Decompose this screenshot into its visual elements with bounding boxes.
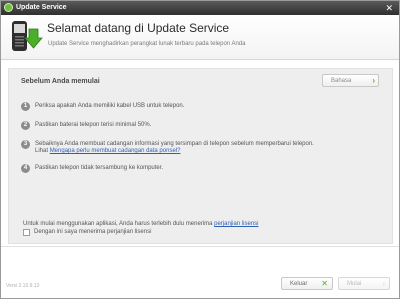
start-button-label: Mulai <box>347 281 362 287</box>
close-icon: ✕ <box>321 279 328 288</box>
accept-license-label[interactable]: Dengan ini saya menerima perjanjian lise… <box>34 229 151 235</box>
app-window: Update Service ✕ Selamat datang di Updat… <box>0 0 400 299</box>
backup-help-link[interactable]: Mengapa perlu membuat cadangan data pons… <box>50 148 181 154</box>
step-text: Pastikan baterai telepon terisi minimal … <box>35 122 152 128</box>
start-button[interactable]: Mulai › <box>338 277 390 290</box>
language-button-label: Bahasa <box>331 78 352 84</box>
phone-download-icon <box>12 21 43 51</box>
step-number: 3 <box>21 140 30 149</box>
close-icon[interactable]: ✕ <box>385 3 393 14</box>
exit-button[interactable]: Keluar ✕ <box>281 277 333 290</box>
consent-text: Untuk mulai menggunakan aplikasi, Anda h… <box>23 221 258 227</box>
window-title: Update Service <box>16 4 67 11</box>
step-number: 1 <box>21 102 30 111</box>
step-text: Pastikan telepon tidak tersambung ke kom… <box>35 165 164 171</box>
step-number: 2 <box>21 121 30 130</box>
divider <box>1 246 399 247</box>
before-start-panel: Sebelum Anda memulai Bahasa › 1 Periksa … <box>8 68 393 244</box>
titlebar: Update Service ✕ <box>1 1 399 15</box>
accept-license-row[interactable]: Dengan ini saya menerima perjanjian lise… <box>23 229 223 239</box>
language-button[interactable]: Bahasa › <box>322 74 379 87</box>
consent-message: Untuk mulai menggunakan aplikasi, Anda h… <box>23 221 213 227</box>
version-label: Versi 2.10.9.13 <box>6 283 40 289</box>
step-text-line2: Lihat <box>35 148 49 154</box>
app-logo-icon <box>4 3 13 12</box>
accept-license-checkbox[interactable] <box>23 229 30 236</box>
panel-title: Sebelum Anda memulai <box>21 78 100 85</box>
license-link[interactable]: perjanjian lisensi <box>214 221 258 227</box>
exit-button-label: Keluar <box>290 281 308 287</box>
page-title: Selamat datang di Update Service <box>47 21 230 35</box>
chevron-right-icon: › <box>372 76 375 85</box>
step-text: Periksa apakah Anda memiliki kabel USB u… <box>35 103 185 109</box>
chevron-right-icon: › <box>382 279 385 288</box>
step-number: 4 <box>21 164 30 173</box>
header: Selamat datang di Update Service Update … <box>1 15 399 60</box>
page-subtitle: Update Service menghadirkan perangkat lu… <box>48 41 246 47</box>
step-text-line1: Sebaiknya Anda membuat cadangan informas… <box>35 141 314 147</box>
step-text: Sebaiknya Anda membuat cadangan informas… <box>35 141 375 155</box>
